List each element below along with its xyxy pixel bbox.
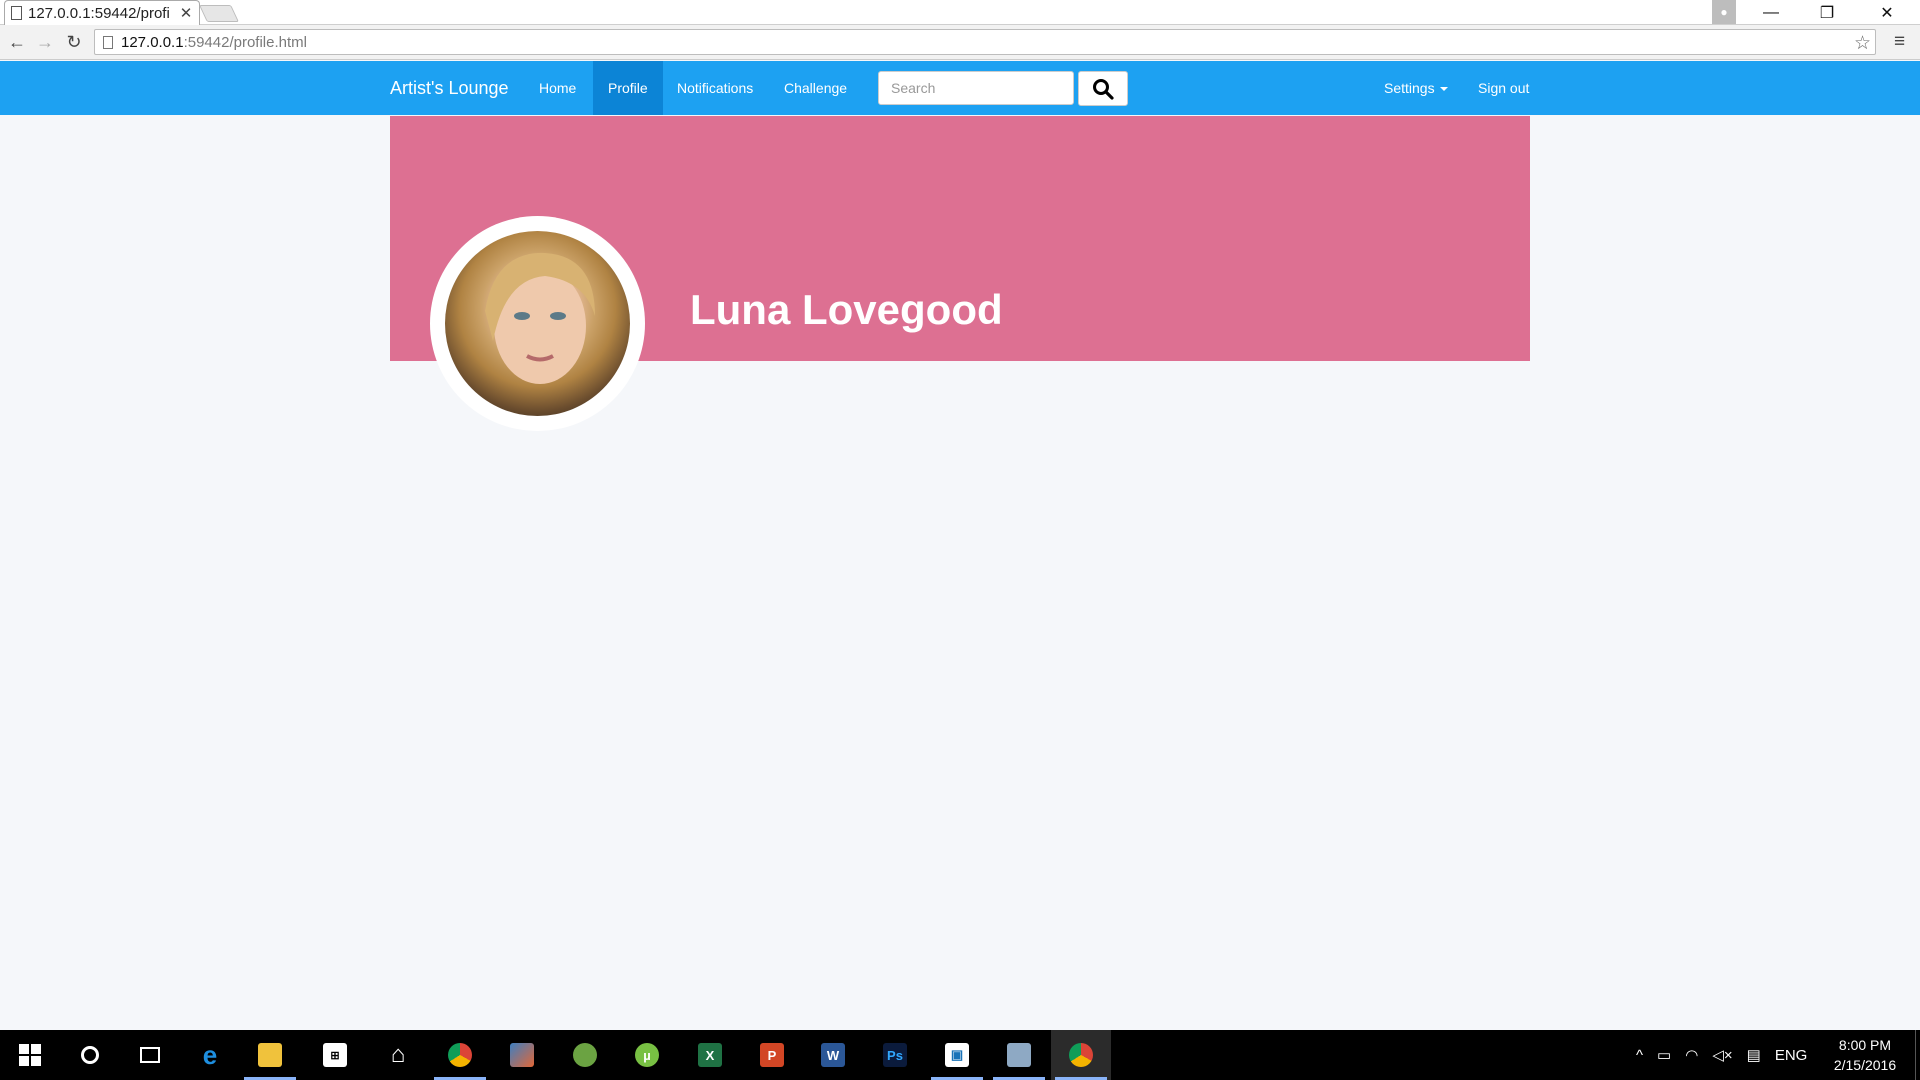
word-icon: W (821, 1043, 845, 1067)
clock[interactable]: 8:00 PM 2/15/2016 (1818, 1035, 1912, 1075)
excel-icon: X (698, 1043, 722, 1067)
avatar-portrait (485, 252, 595, 384)
task-view-button[interactable] (120, 1030, 180, 1080)
search-button[interactable] (1078, 71, 1128, 106)
battery-icon[interactable]: ▭ (1657, 1046, 1671, 1064)
wifi-icon[interactable]: ◠ (1685, 1046, 1698, 1064)
brand-link[interactable]: Artist's Lounge (390, 61, 509, 115)
taskbar-edge[interactable]: e (180, 1030, 240, 1080)
taskbar-word[interactable]: W (803, 1030, 863, 1080)
minimize-button[interactable]: — (1744, 0, 1798, 25)
cortana-button[interactable] (60, 1030, 120, 1080)
url-host: 127.0.0.1 (121, 33, 184, 51)
close-window-button[interactable]: ✕ (1860, 0, 1914, 25)
windows-taskbar: e ⊞ ⌂ µ X P W Ps ▣ ^ ▭ ◠ ◁× ▤ ENG 8:00 P… (0, 1030, 1920, 1080)
system-tray: ^ ▭ ◠ ◁× ▤ ENG (1636, 1030, 1807, 1080)
user-profile-icon[interactable]: ● (1712, 0, 1736, 24)
search-input[interactable] (878, 71, 1074, 105)
home-icon: ⌂ (390, 1041, 406, 1068)
tab-title: 127.0.0.1:59442/profi (28, 4, 170, 22)
nav-settings-dropdown[interactable]: Settings (1369, 61, 1463, 115)
store-icon: ⊞ (323, 1043, 347, 1067)
window-app-icon: ▣ (945, 1043, 969, 1067)
start-button[interactable] (0, 1030, 60, 1080)
task-view-icon (140, 1047, 160, 1063)
chrome-icon (448, 1043, 472, 1067)
nav-home[interactable]: Home (524, 61, 591, 115)
volume-muted-icon[interactable]: ◁× (1712, 1046, 1732, 1064)
page-icon (11, 6, 22, 20)
taskbar-excel[interactable]: X (680, 1030, 740, 1080)
notifications-icon[interactable]: ▤ (1747, 1046, 1761, 1064)
folder-icon (258, 1043, 282, 1067)
chrome-menu-icon[interactable]: ≡ (1894, 31, 1905, 53)
search-icon (1093, 78, 1114, 100)
chrome-icon (1069, 1043, 1093, 1067)
chevron-up-icon[interactable]: ^ (1636, 1047, 1643, 1064)
reload-icon[interactable]: ↻ (63, 31, 85, 53)
powerpoint-icon: P (760, 1043, 784, 1067)
taskbar-android-studio[interactable] (555, 1030, 615, 1080)
new-tab-button[interactable] (199, 5, 239, 22)
matlab-icon (510, 1043, 534, 1067)
remote-desktop-icon (1007, 1043, 1031, 1067)
taskbar-file-explorer[interactable] (240, 1030, 300, 1080)
bookmark-star-icon[interactable]: ☆ (1854, 32, 1871, 55)
settings-label: Settings (1384, 80, 1435, 96)
taskbar-photoshop[interactable]: Ps (865, 1030, 925, 1080)
browser-title-bar: 127.0.0.1:59442/profi ✕ ● — ❐ ✕ (0, 0, 1920, 25)
taskbar-app-window[interactable]: ▣ (927, 1030, 987, 1080)
browser-tab[interactable]: 127.0.0.1:59442/profi ✕ (4, 0, 200, 25)
taskbar-utorrent[interactable]: µ (617, 1030, 677, 1080)
taskbar-chrome-active[interactable] (1051, 1030, 1111, 1080)
back-arrow-icon[interactable]: ← (6, 31, 28, 53)
android-studio-icon (573, 1043, 597, 1067)
taskbar-matlab[interactable] (492, 1030, 552, 1080)
windows-logo-icon (19, 1044, 41, 1066)
show-desktop-button[interactable] (1915, 1030, 1920, 1080)
nav-notifications[interactable]: Notifications (662, 61, 768, 115)
browser-toolbar: ← → ↻ 127.0.0.1:59442/profile.html ☆ ≡ (0, 25, 1920, 60)
clock-time: 8:00 PM (1838, 1037, 1892, 1053)
app-navbar: Artist's Lounge Home Profile Notificatio… (0, 61, 1920, 115)
taskbar-remote-desktop[interactable] (989, 1030, 1049, 1080)
address-bar[interactable]: 127.0.0.1:59442/profile.html ☆ (94, 29, 1876, 55)
restore-button[interactable]: ❐ (1800, 0, 1854, 25)
close-tab-icon[interactable]: ✕ (179, 4, 193, 22)
cortana-icon (81, 1046, 99, 1064)
edge-icon: e (202, 1039, 218, 1070)
avatar[interactable] (445, 231, 630, 416)
url-path: :59442/profile.html (183, 33, 307, 51)
clock-date: 2/15/2016 (1833, 1057, 1897, 1073)
utorrent-icon: µ (635, 1043, 659, 1067)
photoshop-icon: Ps (883, 1043, 907, 1067)
nav-signout[interactable]: Sign out (1463, 61, 1544, 115)
nav-challenge[interactable]: Challenge (769, 61, 862, 115)
page-icon (103, 35, 113, 49)
caret-down-icon (1439, 87, 1448, 92)
language-indicator[interactable]: ENG (1775, 1047, 1808, 1064)
taskbar-powerpoint[interactable]: P (742, 1030, 802, 1080)
nav-profile[interactable]: Profile (593, 61, 663, 115)
taskbar-store[interactable]: ⊞ (305, 1030, 365, 1080)
taskbar-home[interactable]: ⌂ (368, 1030, 428, 1080)
forward-arrow-icon[interactable]: → (34, 31, 56, 53)
profile-name: Luna Lovegood (690, 286, 1003, 333)
taskbar-chrome[interactable] (430, 1030, 490, 1080)
avatar-frame (430, 216, 645, 431)
